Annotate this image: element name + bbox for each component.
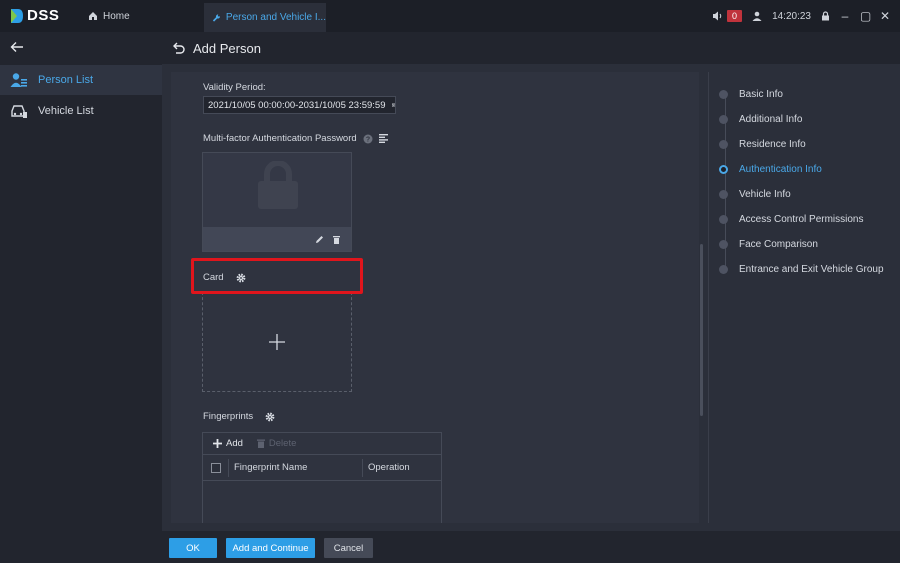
edit-pencil-icon[interactable]	[315, 235, 324, 244]
step-vehicle-info[interactable]: Vehicle Info	[719, 186, 791, 202]
wrench-icon	[212, 13, 221, 22]
step-label: Additional Info	[739, 113, 803, 125]
select-all-cell	[203, 458, 229, 477]
dss-logo-icon	[11, 8, 23, 23]
close-icon[interactable]: ✕	[880, 9, 890, 23]
steps-navigator: Basic Info Additional Info Residence Inf…	[708, 72, 900, 523]
form-scrollbar[interactable]	[700, 244, 703, 416]
fingerprint-table-header: Fingerprint Name Operation	[203, 455, 441, 481]
alarm-indicator[interactable]: 0	[712, 10, 743, 22]
step-label: Authentication Info	[739, 163, 822, 175]
tab-home[interactable]: Home	[88, 0, 130, 32]
plus-icon	[269, 334, 285, 350]
tab-person-vehicle-label: Person and Vehicle I...	[225, 12, 326, 23]
step-dot	[719, 114, 728, 124]
help-icon[interactable]: ?	[363, 134, 373, 144]
sidebar-item-label: Vehicle List	[38, 105, 94, 117]
speaker-icon	[713, 11, 722, 21]
fingerprint-settings-gear-icon[interactable]	[265, 412, 275, 422]
step-entrance-exit-vehicle-group[interactable]: Entrance and Exit Vehicle Group	[719, 261, 884, 277]
person-list-icon	[10, 73, 27, 87]
sidebar-item-vehicle-list[interactable]: Vehicle List	[0, 96, 162, 126]
sidebar-item-label: Person List	[38, 74, 94, 86]
trash-icon	[256, 439, 265, 448]
step-label: Entrance and Exit Vehicle Group	[739, 263, 884, 275]
home-icon	[89, 12, 97, 20]
page-title: Add Person	[193, 40, 261, 56]
fingerprint-table: Add Delete Fingerprint Name Operation	[202, 432, 442, 523]
fingerprints-label-text: Fingerprints	[203, 411, 254, 422]
form-panel: Validity Period: 2021/10/05 00:00:00-203…	[171, 72, 699, 523]
step-authentication-info[interactable]: Authentication Info	[719, 161, 822, 177]
fingerprint-add-label: Add	[226, 438, 243, 449]
back-arrow-icon[interactable]	[10, 40, 24, 57]
add-and-continue-button[interactable]: Add and Continue	[226, 538, 315, 558]
dss-logo: DSS	[10, 7, 59, 24]
cancel-button[interactable]: Cancel	[324, 538, 373, 558]
step-basic-info[interactable]: Basic Info	[719, 86, 783, 102]
card-highlight-annotation	[191, 258, 363, 294]
clock-time: 14:20:23	[772, 10, 811, 22]
step-dot	[719, 239, 728, 249]
footer-bar: OK Add and Continue Cancel	[162, 531, 900, 563]
validity-period-label-text: Validity Period:	[203, 82, 266, 93]
calendar-icon[interactable]	[391, 100, 396, 110]
step-dot	[719, 89, 728, 99]
undo-back-icon[interactable]	[172, 42, 185, 54]
step-dot	[719, 139, 728, 149]
alarm-count-badge: 0	[727, 10, 743, 22]
sidebar-item-person-list[interactable]: Person List	[0, 65, 162, 95]
step-access-control-permissions[interactable]: Access Control Permissions	[719, 211, 863, 227]
step-dot	[719, 264, 728, 274]
step-dot	[719, 214, 728, 224]
brand-name: DSS	[27, 7, 60, 24]
column-header-fingerprint-name[interactable]: Fingerprint Name	[229, 458, 363, 477]
ok-button[interactable]: OK	[169, 538, 217, 558]
title-bar: DSS Home Person and Vehicle I... 0 14:20…	[0, 0, 900, 32]
mfa-label-text: Multi-factor Authentication Password	[203, 133, 357, 144]
step-residence-info[interactable]: Residence Info	[719, 136, 806, 152]
validity-period-field[interactable]: 2021/10/05 00:00:00-2031/10/05 23:59:59	[203, 96, 396, 114]
fingerprint-delete-button[interactable]: Delete	[256, 438, 297, 449]
step-face-comparison[interactable]: Face Comparison	[719, 236, 818, 252]
add-card-button[interactable]	[202, 292, 352, 392]
step-dot-active	[719, 164, 728, 174]
minimize-icon[interactable]: –	[840, 9, 850, 23]
mfa-password-box[interactable]	[202, 152, 352, 252]
step-dot	[719, 189, 728, 199]
plus-icon	[213, 439, 222, 448]
fingerprint-delete-label: Delete	[268, 438, 297, 449]
left-sidebar: Person List Vehicle List	[0, 32, 162, 563]
tab-person-vehicle[interactable]: Person and Vehicle I...	[204, 3, 326, 32]
user-icon[interactable]	[752, 11, 762, 21]
step-label: Basic Info	[739, 88, 783, 100]
step-label: Face Comparison	[739, 238, 818, 250]
fingerprints-label: Fingerprints	[203, 411, 275, 422]
tab-home-label: Home	[103, 10, 130, 22]
fingerprint-toolbar: Add Delete	[203, 433, 441, 455]
step-label: Residence Info	[739, 138, 806, 150]
validity-period-label: Validity Period:	[203, 82, 266, 93]
padlock-placeholder-icon	[258, 161, 298, 209]
maximize-icon[interactable]: ▢	[860, 9, 871, 23]
list-details-icon[interactable]	[378, 134, 390, 143]
step-label: Access Control Permissions	[739, 213, 864, 225]
lock-icon[interactable]	[821, 11, 830, 21]
step-label: Vehicle Info	[739, 188, 791, 200]
system-tray: 0 14:20:23 – ▢ ✕	[712, 0, 890, 32]
fingerprint-add-button[interactable]: Add	[213, 438, 243, 449]
vehicle-list-icon	[11, 105, 27, 118]
mfa-action-bar	[203, 227, 351, 251]
validity-period-value: 2021/10/05 00:00:00-2031/10/05 23:59:59	[208, 99, 386, 111]
trash-icon[interactable]	[332, 235, 341, 244]
mfa-label: Multi-factor Authentication Password ?	[203, 133, 390, 144]
page-header: Add Person	[162, 32, 900, 64]
svg-text:?: ?	[366, 136, 370, 143]
step-additional-info[interactable]: Additional Info	[719, 111, 802, 127]
select-all-checkbox[interactable]	[210, 462, 221, 473]
column-header-operation[interactable]: Operation	[363, 462, 410, 473]
